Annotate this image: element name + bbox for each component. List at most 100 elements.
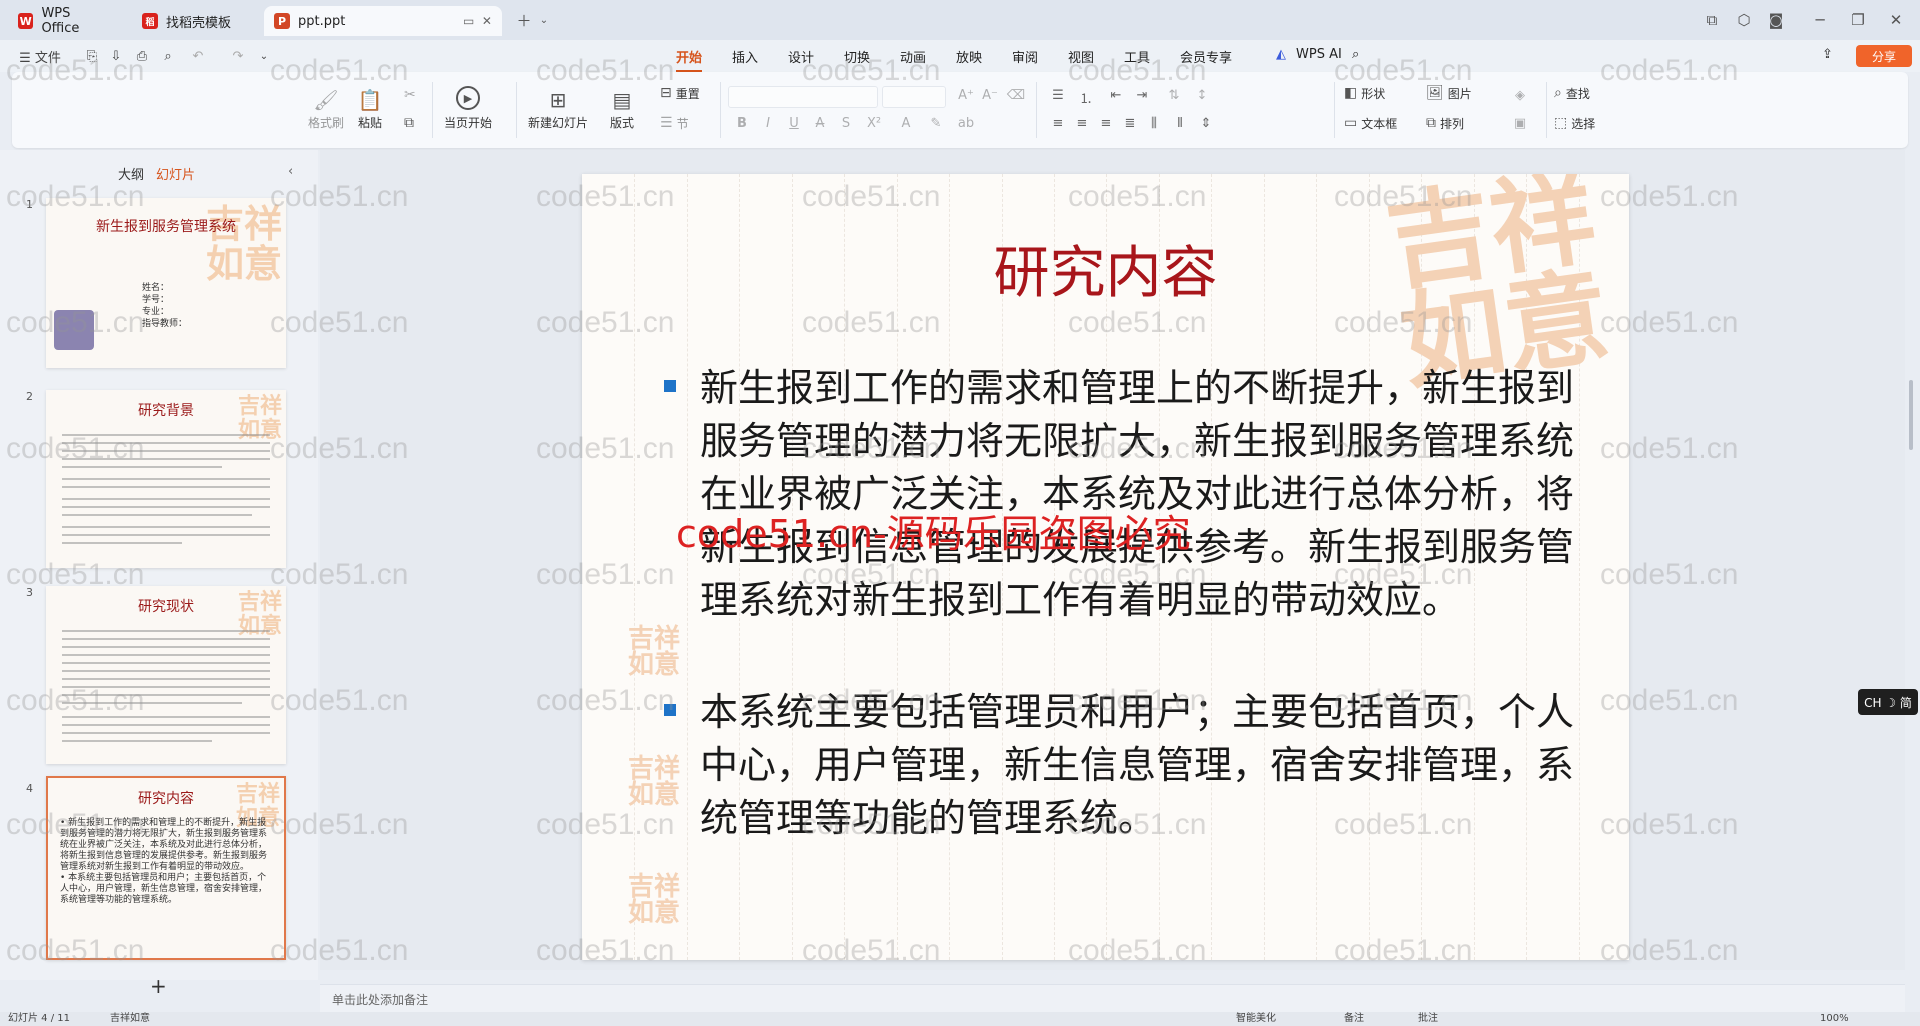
tab-slides[interactable]: 幻灯片 — [156, 164, 195, 183]
select-button[interactable]: ⬚ 选择 — [1554, 112, 1595, 134]
shape-button[interactable]: ◧ 形状 — [1344, 82, 1385, 104]
text-line — [62, 638, 270, 640]
redo-icon[interactable]: ↷ — [228, 46, 248, 66]
font-family-select[interactable] — [728, 86, 878, 108]
bullet-list-icon[interactable]: ☰ — [1048, 88, 1068, 103]
arrange-button[interactable]: ⧉ 排列 — [1426, 112, 1464, 134]
tab-home[interactable]: 开始 — [676, 47, 703, 72]
tab-view[interactable]: 视图 — [1068, 47, 1094, 66]
justify-icon[interactable]: ≣ — [1120, 116, 1140, 131]
slide-bullet-2[interactable]: 本系统主要包括管理员和用户；主要包括首页，个人中心，用户管理，新生信息管理，宿舍… — [700, 686, 1580, 845]
quick-access-more-icon[interactable]: ⌄ — [256, 46, 272, 66]
print-preview-icon[interactable]: ⌕ — [158, 46, 178, 66]
copy-button[interactable]: ⧉ — [404, 112, 418, 134]
vertical-scrollbar[interactable] — [1906, 155, 1916, 965]
window-layout-icon[interactable]: ⧉ — [1700, 8, 1724, 32]
shadow-icon[interactable]: S — [836, 116, 856, 131]
add-slide-button[interactable]: + — [150, 974, 167, 998]
char-spacing-icon[interactable]: ab — [956, 116, 976, 131]
undo-icon[interactable]: ↶ — [188, 46, 208, 66]
align-center-icon[interactable]: ≡ — [1072, 116, 1092, 131]
comment-toggle-button[interactable]: 批注 — [1418, 1012, 1438, 1026]
superscript-icon[interactable]: X² — [864, 116, 884, 131]
paste-label: 粘贴 — [357, 116, 382, 130]
italic-icon[interactable]: I — [758, 116, 778, 131]
minimize-icon[interactable]: ─ — [1808, 8, 1832, 32]
scroll-thumb[interactable] — [1909, 380, 1913, 450]
format-painter-button[interactable]: 🖌 格式刷 — [308, 86, 344, 131]
save-icon[interactable]: ⎘ — [82, 46, 102, 66]
layout-button[interactable]: ▤ 版式 — [608, 86, 636, 131]
tab-review[interactable]: 审阅 — [1012, 47, 1038, 66]
tab-outline[interactable]: 大纲 — [118, 164, 144, 183]
file-menu[interactable]: ☰ 文件 — [16, 46, 64, 66]
tab-template[interactable]: 稻 找稻壳模板 — [132, 6, 256, 36]
font-size-select[interactable] — [882, 86, 946, 108]
search-icon[interactable]: ⌕ — [1352, 47, 1359, 62]
tab-list-chevron-icon[interactable]: ⌄ — [532, 8, 556, 32]
slide-thumbnail-3[interactable]: 吉祥 如意 研究现状 — [46, 586, 286, 764]
tab-design[interactable]: 设计 — [788, 47, 814, 66]
text-direction-icon[interactable]: ⇅ — [1164, 88, 1184, 103]
tab-wps-ai[interactable]: WPS AI — [1296, 47, 1342, 62]
share-button[interactable]: 分享 — [1856, 45, 1912, 67]
bold-icon[interactable]: B — [732, 116, 752, 131]
align-left-icon[interactable]: ≡ — [1048, 116, 1068, 131]
line-spacing-icon[interactable]: ↕ — [1192, 88, 1212, 103]
cut-button[interactable]: ✂ — [404, 84, 420, 106]
tab-tools[interactable]: 工具 — [1124, 47, 1150, 66]
paragraph-spacing-icon[interactable]: ⇕ — [1196, 116, 1216, 131]
fill-icon[interactable]: ◈ — [1510, 88, 1530, 103]
collapse-panel-icon[interactable]: ‹ — [288, 164, 293, 179]
numbered-list-icon[interactable]: ⒈ — [1076, 88, 1096, 107]
picture-button[interactable]: 🖼 图片 — [1426, 82, 1472, 104]
textbox-button[interactable]: ▭ 文本框 — [1344, 112, 1397, 134]
print-icon[interactable]: ⎙ — [132, 46, 152, 66]
columns-icon[interactable]: ⫴ — [1170, 116, 1190, 131]
close-window-icon[interactable]: ✕ — [1884, 8, 1908, 32]
slide-thumbnail-1[interactable]: 吉祥 如意 新生报到服务管理系统 姓名： 学号： 专业： 指导教师： — [46, 198, 286, 368]
smart-beautify-button[interactable]: 智能美化 — [1236, 1012, 1276, 1026]
zoom-level[interactable]: 100% — [1820, 1012, 1849, 1026]
paste-button[interactable]: 📋 粘贴 — [356, 86, 384, 131]
decrease-indent-icon[interactable]: ⇤ — [1106, 88, 1126, 103]
restore-icon[interactable]: ❐ — [1846, 8, 1870, 32]
slide-bullet-1[interactable]: 新生报到工作的需求和管理上的不断提升，新生报到服务管理的潜力将无限扩大，新生报到… — [700, 362, 1580, 627]
tab-member[interactable]: 会员专享 — [1180, 47, 1232, 66]
find-button[interactable]: ⌕ 查找 — [1554, 82, 1590, 104]
notes-toggle-button[interactable]: 备注 — [1344, 1012, 1364, 1026]
current-slide[interactable]: 吉祥 如意 吉祥 如意 吉祥 如意 吉祥 如意 研究内容 新生报到工作的需求和管理上的不… — [582, 174, 1629, 960]
tab-transition[interactable]: 切换 — [844, 47, 870, 66]
clear-format-icon[interactable]: ⌫ — [1006, 88, 1026, 103]
avatar[interactable]: ◙ — [1764, 8, 1788, 32]
wps-ai-icon[interactable]: ◭ — [1276, 47, 1286, 62]
tab-insert[interactable]: 插入 — [732, 47, 758, 66]
cube-icon[interactable]: ⬡ — [1732, 8, 1756, 32]
tab-close-icon[interactable]: ▭ ✕ — [463, 14, 492, 28]
align-right-icon[interactable]: ≡ — [1096, 116, 1116, 131]
distribute-icon[interactable]: ⫼ — [1144, 116, 1164, 131]
tab-wps-office[interactable]: W WPS Office — [8, 6, 120, 36]
highlight-icon[interactable]: ✎ — [926, 116, 946, 131]
slide-thumbnail-2[interactable]: 吉祥 如意 研究背景 — [46, 390, 286, 568]
start-show-button[interactable]: ▶ 当页开始 — [444, 86, 492, 131]
cloud-upload-icon[interactable]: ⇪ — [1822, 47, 1833, 62]
outline-icon[interactable]: ▣ — [1510, 116, 1530, 131]
tab-slideshow[interactable]: 放映 — [956, 47, 982, 66]
tab-animation[interactable]: 动画 — [900, 47, 926, 66]
underline-icon[interactable]: U — [784, 116, 804, 131]
slide-thumbnail-4[interactable]: 吉祥 如意 研究内容 • 新生报到工作的需求和管理上的不断提升，新生报到服务管理的… — [46, 776, 286, 960]
ime-indicator[interactable]: CH ☽ 简 — [1858, 689, 1918, 715]
export-icon[interactable]: ⇩ — [106, 46, 126, 66]
tab-ppt[interactable]: P ppt.ppt ▭ ✕ — [264, 6, 502, 36]
slide-title[interactable]: 研究内容 — [582, 228, 1629, 309]
notes-area[interactable]: 单击此处添加备注 — [320, 984, 1905, 1012]
increase-indent-icon[interactable]: ⇥ — [1132, 88, 1152, 103]
increase-font-icon[interactable]: A⁺ — [956, 88, 976, 103]
reset-button[interactable]: ⊟ 重置 — [660, 82, 700, 104]
section-button[interactable]: ☰ 节 — [660, 112, 689, 134]
new-slide-button[interactable]: ⊞ 新建幻灯片 — [528, 86, 588, 131]
decrease-font-icon[interactable]: A⁻ — [980, 88, 1000, 103]
font-color-icon[interactable]: A — [896, 116, 916, 131]
strikethrough-icon[interactable]: A — [810, 116, 830, 131]
